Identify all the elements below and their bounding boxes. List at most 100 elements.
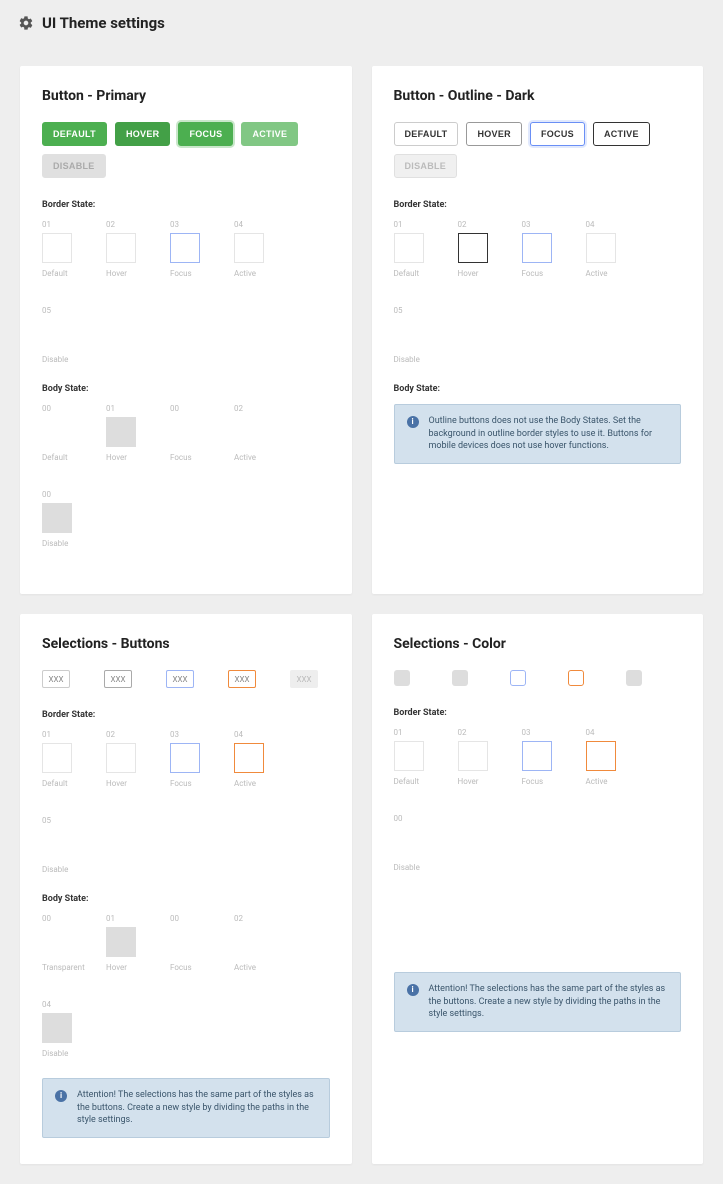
- body-state-label: Body State:: [42, 384, 330, 394]
- sel-box-focus[interactable]: XXX: [166, 670, 194, 688]
- swatch-num: 03: [522, 220, 531, 229]
- btn-primary-disable: DISABLE: [42, 154, 106, 178]
- swatch: 00 Disable: [394, 814, 430, 872]
- btn-outline-focus[interactable]: FOCUS: [530, 122, 585, 146]
- sel-color-hover[interactable]: [452, 670, 468, 686]
- swatch-box-disable[interactable]: [42, 1013, 72, 1043]
- btn-primary-focus[interactable]: FOCUS: [178, 122, 233, 146]
- swatch-box-default[interactable]: [42, 417, 72, 447]
- gear-icon: [18, 15, 34, 31]
- swatch-box-focus[interactable]: [170, 233, 200, 263]
- sel-color-focus[interactable]: [510, 670, 526, 686]
- swatch-box-focus[interactable]: [170, 927, 200, 957]
- swatch-label: Active: [234, 269, 256, 278]
- sel-box-active[interactable]: XXX: [228, 670, 256, 688]
- swatch: 01 Hover: [106, 404, 142, 462]
- swatch-box-active[interactable]: [586, 741, 616, 771]
- sel-box-disable: XXX: [290, 670, 318, 688]
- swatch-box-active[interactable]: [234, 233, 264, 263]
- body-state-label: Body State:: [42, 894, 330, 904]
- swatch-box-hover[interactable]: [106, 743, 136, 773]
- swatch-num: 01: [106, 914, 115, 923]
- swatch-label: Focus: [170, 453, 192, 462]
- swatch-label: Active: [234, 963, 256, 972]
- swatch-num: 03: [522, 728, 531, 737]
- swatch: 03 Focus: [170, 730, 206, 788]
- swatch-box-focus[interactable]: [170, 743, 200, 773]
- btn-primary-default[interactable]: DEFAULT: [42, 122, 107, 146]
- swatch-box-disable[interactable]: [42, 829, 72, 859]
- card-title: Button - Primary: [42, 88, 330, 104]
- swatch-num: 00: [170, 914, 179, 923]
- btn-outline-disable: DISABLE: [394, 154, 458, 178]
- swatch-box-active[interactable]: [586, 233, 616, 263]
- swatch: 01 Default: [394, 220, 430, 278]
- swatch-box-transparent[interactable]: [42, 927, 72, 957]
- swatch-box-disable[interactable]: [42, 503, 72, 533]
- swatch-label: Active: [586, 777, 608, 786]
- btn-primary-hover[interactable]: HOVER: [115, 122, 171, 146]
- btn-outline-active[interactable]: ACTIVE: [593, 122, 650, 146]
- swatch: 04 Disable: [42, 1000, 78, 1058]
- swatch-num: 03: [170, 220, 179, 229]
- swatch-box-focus[interactable]: [522, 233, 552, 263]
- sel-color-active[interactable]: [568, 670, 584, 686]
- swatch: 05 Disable: [42, 816, 78, 874]
- swatch-label: Hover: [106, 453, 127, 462]
- swatch-box-default[interactable]: [394, 741, 424, 771]
- swatch-box-hover[interactable]: [106, 233, 136, 263]
- swatch-box-active[interactable]: [234, 743, 264, 773]
- swatch-num: 01: [106, 404, 115, 413]
- swatch-label: Focus: [522, 777, 544, 786]
- primary-border-swatches: 01 Default 02 Hover 03 Focus 04 Active 0…: [42, 220, 330, 364]
- swatch-num: 01: [42, 220, 51, 229]
- swatch-label: Transparent: [42, 963, 85, 972]
- swatch-num: 00: [42, 490, 51, 499]
- swatch-num: 04: [586, 728, 595, 737]
- page-header: UI Theme settings: [0, 0, 723, 46]
- swatch-label: Default: [42, 269, 68, 278]
- swatch-label: Disable: [42, 1049, 68, 1058]
- swatch-box-default[interactable]: [394, 233, 424, 263]
- swatch-num: 04: [234, 730, 243, 739]
- swatch-box-focus[interactable]: [522, 741, 552, 771]
- swatch-label: Focus: [522, 269, 544, 278]
- swatch-box-disable[interactable]: [42, 319, 72, 349]
- selection-color-row: [394, 670, 682, 686]
- swatch: 05 Disable: [42, 306, 78, 364]
- sel-color-default[interactable]: [394, 670, 410, 686]
- swatch: 04 Active: [586, 220, 622, 278]
- swatch-box-disable[interactable]: [394, 319, 424, 349]
- cards-grid: Button - Primary DEFAULT HOVER FOCUS ACT…: [0, 46, 723, 1184]
- swatch: 00 Disable: [42, 490, 78, 548]
- info-banner-outline: i Outline buttons does not use the Body …: [394, 404, 682, 464]
- swatch-num: 04: [42, 1000, 51, 1009]
- swatch-box-focus[interactable]: [170, 417, 200, 447]
- sel-box-default[interactable]: XXX: [42, 670, 70, 688]
- btn-outline-hover[interactable]: HOVER: [466, 122, 522, 146]
- swatch-num: 03: [170, 730, 179, 739]
- info-icon: i: [407, 984, 419, 996]
- swatch-box-hover[interactable]: [458, 233, 488, 263]
- swatch-num: 02: [234, 914, 243, 923]
- swatch: 00 Focus: [170, 914, 206, 972]
- swatch: 02 Active: [234, 914, 270, 972]
- swatch-box-hover[interactable]: [106, 927, 136, 957]
- swatch-label: Focus: [170, 269, 192, 278]
- info-text: Attention! The selections has the same p…: [429, 983, 669, 1021]
- border-state-label: Border State:: [394, 200, 682, 210]
- swatch-box-disable[interactable]: [394, 827, 424, 857]
- swatch-box-default[interactable]: [42, 233, 72, 263]
- swatch-box-active[interactable]: [234, 417, 264, 447]
- swatch: 01 Default: [394, 728, 430, 786]
- swatch-box-hover[interactable]: [106, 417, 136, 447]
- btn-outline-default[interactable]: DEFAULT: [394, 122, 459, 146]
- btn-primary-active[interactable]: ACTIVE: [241, 122, 298, 146]
- swatch-box-default[interactable]: [42, 743, 72, 773]
- border-state-label: Border State:: [394, 708, 682, 718]
- swatch-label: Default: [42, 453, 68, 462]
- swatch-box-hover[interactable]: [458, 741, 488, 771]
- swatch-box-active[interactable]: [234, 927, 264, 957]
- color-border-swatches: 01 Default 02 Hover 03 Focus 04 Active 0…: [394, 728, 682, 872]
- sel-box-hover[interactable]: XXX: [104, 670, 132, 688]
